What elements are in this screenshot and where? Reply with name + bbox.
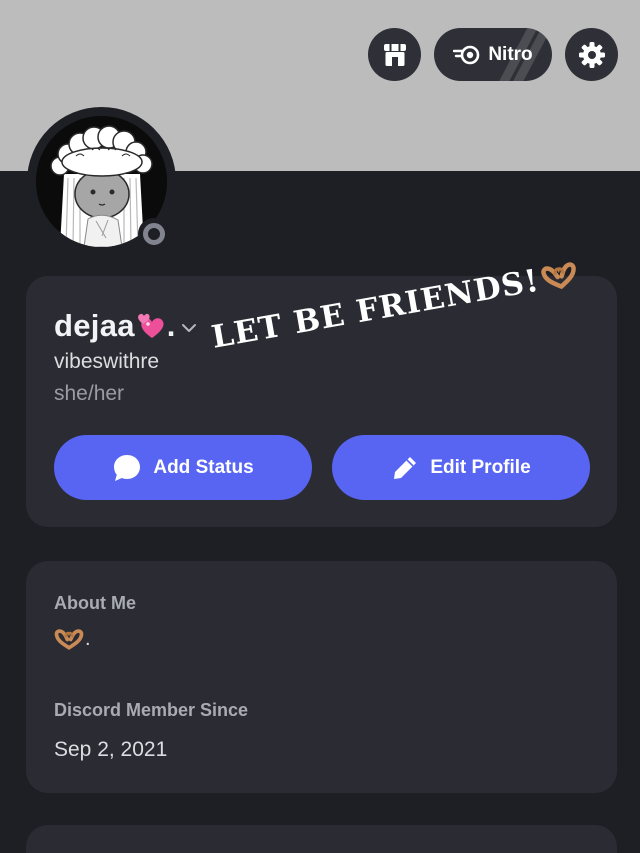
display-name-suffix: . bbox=[166, 308, 176, 343]
pronouns: she/her bbox=[54, 382, 125, 405]
username: vibeswithre bbox=[54, 350, 160, 373]
gear-icon bbox=[578, 41, 605, 68]
offline-status-indicator bbox=[143, 223, 165, 245]
next-card bbox=[26, 825, 617, 853]
two-hearts-emoji bbox=[137, 313, 164, 338]
speech-bubble-icon bbox=[114, 454, 141, 481]
profile-screen: Nitro dejaa . vibeswithre she/her LET BE… bbox=[0, 0, 640, 853]
display-name-row[interactable]: dejaa . bbox=[54, 306, 198, 346]
about-me-text: . bbox=[85, 628, 91, 650]
member-since-heading: Discord Member Since bbox=[54, 700, 249, 720]
pencil-icon bbox=[394, 456, 417, 479]
heart-hands-emoji bbox=[54, 629, 84, 650]
add-status-label: Add Status bbox=[153, 456, 254, 478]
heart-hands-emoji bbox=[541, 262, 576, 289]
edit-profile-label: Edit Profile bbox=[430, 456, 531, 478]
edit-profile-button[interactable]: Edit Profile bbox=[332, 435, 590, 500]
about-me-body: . bbox=[54, 628, 91, 651]
member-since-date: Sep 2, 2021 bbox=[54, 738, 168, 761]
add-status-button[interactable]: Add Status bbox=[54, 435, 312, 500]
shop-icon bbox=[383, 43, 406, 66]
display-name: dejaa bbox=[54, 308, 135, 343]
about-me-heading: About Me bbox=[54, 593, 136, 613]
settings-button[interactable] bbox=[565, 28, 618, 81]
nitro-label: Nitro bbox=[488, 43, 533, 65]
nitro-icon bbox=[453, 45, 480, 64]
chevron-down-icon[interactable] bbox=[180, 322, 198, 334]
nitro-button[interactable]: Nitro bbox=[434, 28, 552, 81]
shop-button[interactable] bbox=[368, 28, 421, 81]
